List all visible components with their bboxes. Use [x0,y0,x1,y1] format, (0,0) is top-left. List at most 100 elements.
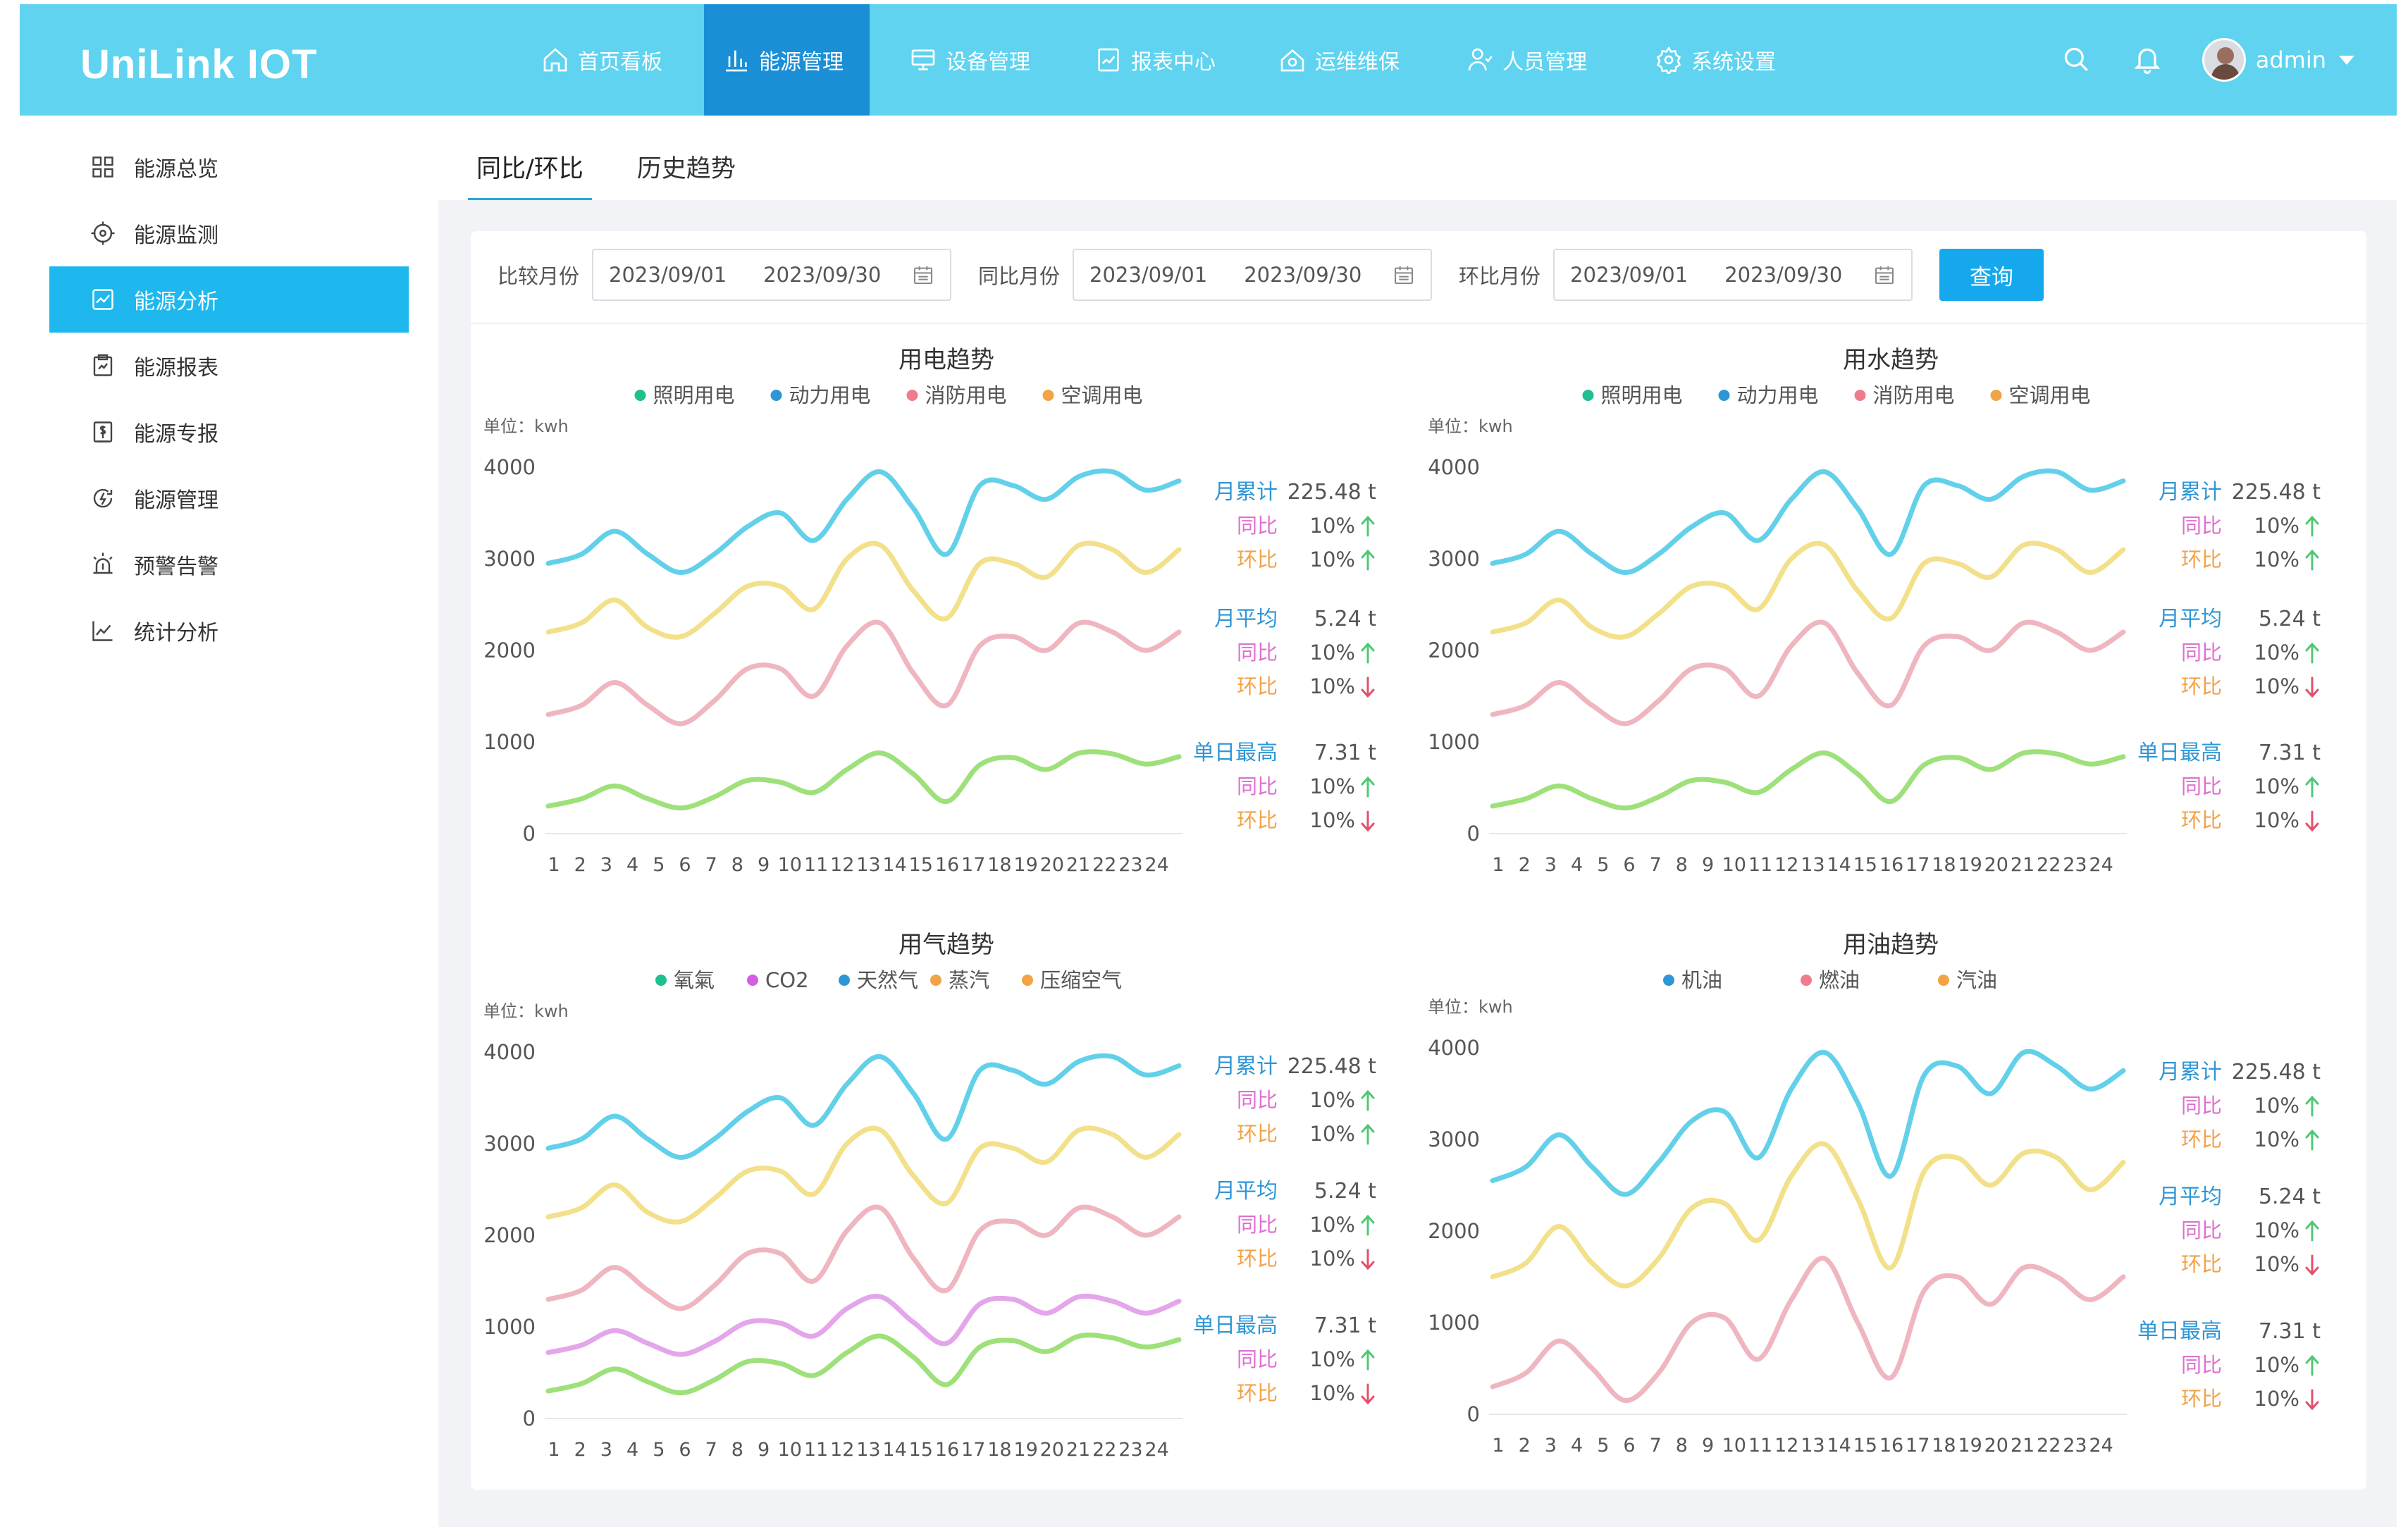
legend-item: 燃油 [1801,968,1860,992]
x-tick-label: 4 [1571,1435,1583,1457]
y-tick-label: 4000 [483,455,536,479]
nav-report-center[interactable]: 报表中心 [1094,4,1249,116]
arrow-down-path [2305,1389,2319,1411]
arrow-up-path [1361,515,1375,537]
range-start: 2023/09/01 [1570,263,1688,287]
compare-month-range[interactable]: 2023/09/01 2023/09/30 [592,249,952,301]
maintenance-icon [1280,49,1304,72]
grid-icon [92,156,113,178]
search-icon[interactable] [2061,44,2092,75]
y-tick-label: 3000 [483,1132,536,1156]
stat-row-label: 环比 [1237,808,1278,832]
alarm-icon [93,552,113,574]
x-tick-label: 19 [1958,1435,1982,1457]
legend-item: 消防用电 [1854,383,1955,407]
bar-chart-icon [726,50,747,72]
x-tick-label: 19 [1958,854,1982,876]
stat-row-value: 10% [1310,641,1355,664]
chart-svg: 氧氣 CO2 天然气 蒸汽 压缩空气单位：kwh010002000300040001 2 3… [483,968,1376,1461]
sidebar-item-warning-alarm[interactable]: 预警告警 [49,531,409,598]
x-tick-label: 21 [2011,1435,2035,1457]
stat-row-label: 环比 [1237,1247,1278,1271]
legend-item: 压缩空气 [1022,968,1122,992]
arrow-down-path [2305,810,2319,832]
stat-block: 月平均 5.24 t 同比 10% 环比 10% [1214,1179,1376,1271]
stat-row-label: 同比 [1237,774,1278,798]
stat-block: 月平均 5.24 t 同比 10% 环比 10% [1214,607,1376,698]
nav-people-management[interactable]: 人员管理 [1466,4,1621,116]
query-button[interactable]: 查询 [1939,249,2044,301]
legend-item: 空调用电 [1990,383,2091,407]
nav-home[interactable]: 首页看板 [541,4,693,116]
sidebar-item-energy-monitoring[interactable]: 能源监测 [49,200,409,266]
stat-name: 月累计 [1214,1054,1278,1079]
x-tick-label: 10 [1722,1435,1746,1457]
x-tick-label: 18 [987,1439,1011,1461]
x-tick-label: 12 [1774,1435,1798,1457]
sidebar-item-energy-reports[interactable]: 能源报表 [49,333,409,399]
stat-row-value: 10% [1310,1247,1355,1271]
nav-maintenance[interactable]: 运维维保 [1278,4,1433,116]
x-tick-label: 2 [1519,854,1531,876]
sidebar-item-energy-management[interactable]: 能源管理 [49,465,409,531]
arrow-up-icon [2305,1095,2319,1117]
arrow-up-icon [2305,515,2319,537]
stat-name: 单日最高 [1193,1313,1278,1338]
stat-value: 7.31 t [1314,1313,1376,1338]
x-tick-label: 11 [804,1439,828,1461]
username: admin [2255,47,2326,73]
stat-name: 月平均 [1214,607,1278,631]
legend-label: 照明用电 [653,383,735,407]
x-tick-label: 14 [1827,854,1851,876]
sidebar-item-label: 统计分析 [134,621,218,645]
nav-device-management[interactable]: 设备管理 [909,4,1064,116]
yoy-month-range[interactable]: 2023/09/01 2023/09/30 [1073,249,1433,301]
legend-label: 蒸汽 [949,968,989,992]
stat-row-label: 同比 [1237,1347,1278,1371]
stat-block: 月累计 225.48 t 同比 10% 环比 10% [1214,1054,1376,1146]
sidebar-item-energy-analysis[interactable]: 能源分析 [49,266,409,333]
x-tick-label: 18 [1932,854,1956,876]
x-tick-label: 2 [1519,1435,1531,1457]
stat-block: 月平均 5.24 t 同比 10% 环比 10% [2159,1185,2321,1276]
nav-energy-management[interactable]: 能源管理 [704,4,870,116]
tab-yoy-mom[interactable]: 同比/环比 [468,147,592,202]
x-tick-label: 9 [758,1439,770,1461]
series-line [545,1204,1182,1311]
sidebar: 能源总览 能源监测 能源分析 能源报表 能源专报 能源管理 预警告警 统计分析 [49,134,409,664]
nav-label: 系统设置 [1691,50,1776,75]
x-tick-label: 19 [1013,1439,1037,1461]
x-tick-label: 18 [987,854,1011,876]
sidebar-item-energy-special-report[interactable]: 能源专报 [49,399,409,465]
mom-month-range[interactable]: 2023/09/01 2023/09/30 [1553,249,1913,301]
x-tick-label: 11 [804,854,828,876]
people-icon [1468,48,1493,71]
tab-history-trend[interactable]: 历史趋势 [629,147,744,202]
legend-label: 消防用电 [925,383,1007,407]
stat-block: 单日最高 7.31 t 同比 10% 环比 10% [1193,1313,1376,1405]
stat-block: 月平均 5.24 t 同比 10% 环比 10% [2159,607,2321,698]
sidebar-item-label: 能源报表 [134,356,218,381]
legend-dot [1718,390,1730,401]
arrow-up-icon [1361,776,1375,798]
x-tick-label: 8 [731,1439,743,1461]
user-menu[interactable]: admin [2202,38,2354,82]
y-tick-label: 4000 [1428,1036,1480,1060]
nav-label: 报表中心 [1131,50,1216,75]
legend-item: 机油 [1663,968,1722,992]
arrow-down-path [1361,1383,1375,1405]
stat-row-value: 10% [2254,1252,2299,1276]
bell-icon[interactable] [2132,44,2163,75]
sidebar-item-energy-overview[interactable]: 能源总览 [49,134,409,200]
stat-row-value: 10% [2254,1218,2299,1242]
arrow-up-path [2305,1095,2319,1117]
arrow-down-icon [2305,1254,2319,1276]
nav-system-settings[interactable]: 系统设置 [1655,4,1810,116]
y-tick-label: 1000 [1428,730,1480,754]
x-tick-label: 24 [2089,854,2113,876]
chart-oil-trend: 用油趋势 机油 燃油 汽油 单位：kwh 0 1000 2000 3000 4000 1 2 3 4 5 6 7… [1415,925,2366,1503]
sidebar-item-statistics[interactable]: 统计分析 [49,598,409,664]
stat-row-label: 同比 [2181,1094,2222,1118]
x-tick-label: 5 [1597,854,1609,876]
stat-name: 月累计 [2159,480,2222,505]
